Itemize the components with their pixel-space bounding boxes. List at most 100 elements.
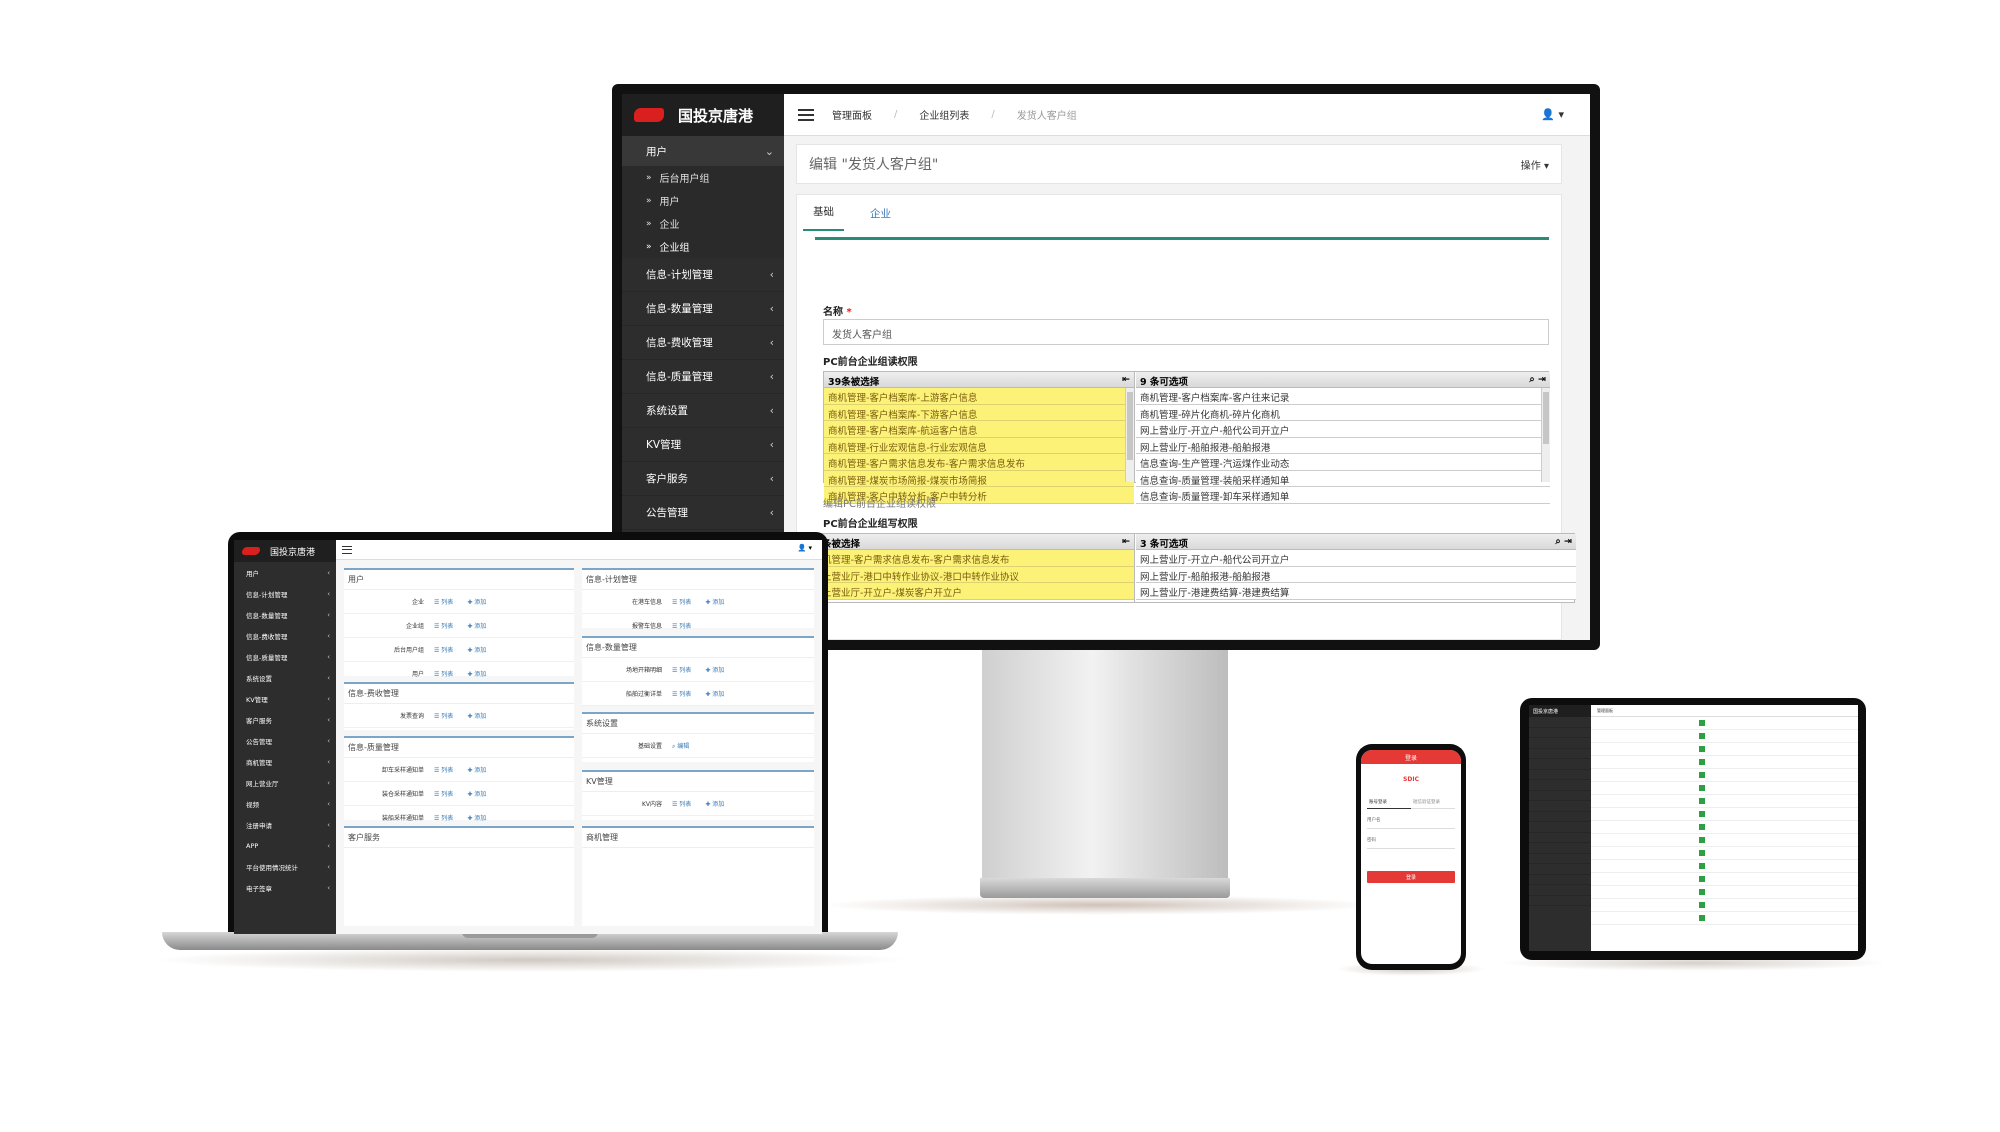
sidebar-item[interactable] (1529, 728, 1591, 738)
sidebar-item[interactable]: 信息-费收管理 ‹ (622, 326, 784, 360)
username-field[interactable]: 用户名 (1367, 817, 1455, 829)
list-link[interactable]: ☰ 列表 (434, 669, 453, 678)
table-row[interactable] (1591, 795, 1858, 808)
list-item[interactable]: 信息查询-生产管理-汽运煤作业动态 (1136, 454, 1550, 471)
list-link[interactable]: ☰ 列表 (434, 621, 453, 630)
sidebar-item[interactable]: 用户 ‹ (234, 562, 336, 583)
edit-link[interactable]: ⌕ 编辑 (672, 741, 689, 751)
add-link[interactable]: ✚ 添加 (705, 689, 724, 698)
sidebar-item[interactable]: 客户服务 ‹ (622, 462, 784, 496)
sidebar-sub-item-active[interactable]: » 企业组 (622, 235, 784, 258)
table-row[interactable] (1591, 912, 1858, 925)
search-add-all-icon[interactable]: ⌕ ⇥ (1555, 536, 1572, 547)
sidebar-item[interactable]: 注册申请 ‹ (234, 814, 336, 835)
sidebar-item[interactable] (1529, 885, 1591, 896)
monitor-logo[interactable]: 国投京唐港 (622, 94, 784, 136)
sidebar-item[interactable] (1529, 854, 1591, 864)
add-link[interactable]: ✚ 添加 (705, 597, 724, 606)
sidebar-group-user[interactable]: 用户 ⌄ (622, 136, 784, 166)
breadcrumb-item[interactable]: 管理面板 (832, 107, 872, 122)
sidebar-item[interactable]: 客户服务 ‹ (234, 709, 336, 730)
list-item[interactable]: 信息查询-质量管理-装船采样通知单 (1136, 470, 1550, 487)
list-item[interactable]: 商机管理-行业宏观信息-行业宏观信息 (824, 437, 1134, 454)
add-link[interactable]: ✚ 添加 (705, 665, 724, 674)
add-link[interactable]: ✚ 添加 (467, 765, 486, 774)
list-link[interactable]: ☰ 列表 (434, 711, 453, 720)
sidebar-item[interactable]: 信息-数量管理 ‹ (622, 292, 784, 326)
actions-dropdown[interactable]: 操作 ▾ (1521, 157, 1549, 172)
sidebar-item[interactable]: 信息-质量管理 ‹ (622, 360, 784, 394)
table-row[interactable] (1591, 847, 1858, 860)
sidebar-sub-item[interactable]: » 后台用户组 (622, 166, 784, 189)
table-row[interactable] (1591, 717, 1858, 730)
add-link[interactable]: ✚ 添加 (467, 813, 486, 822)
sidebar-item[interactable]: 信息-数量管理 ‹ (234, 604, 336, 625)
password-field[interactable]: 密码 (1367, 837, 1455, 849)
table-row[interactable] (1591, 782, 1858, 795)
add-link[interactable]: ✚ 添加 (705, 799, 724, 808)
list-item[interactable]: 网上营业厅-船舶报港-船舶报港 (1136, 566, 1576, 583)
sidebar-item[interactable] (1529, 801, 1591, 812)
table-row[interactable] (1591, 730, 1858, 743)
list-item[interactable]: 网上营业厅-船舶报港-船舶报港 (1136, 437, 1550, 454)
add-link[interactable]: ✚ 添加 (467, 621, 486, 630)
sidebar-item[interactable]: 系统设置 ‹ (622, 394, 784, 428)
sidebar-sub-item[interactable]: » 企业 (622, 212, 784, 235)
breadcrumb-item[interactable]: 企业组列表 (919, 107, 969, 122)
sidebar-item[interactable]: 视频 ‹ (234, 793, 336, 814)
sidebar-item[interactable]: 信息-计划管理 ‹ (622, 258, 784, 292)
sidebar-item[interactable] (1529, 896, 1591, 906)
sidebar-item[interactable] (1529, 843, 1591, 854)
sidebar-item[interactable]: 系统设置 ‹ (234, 667, 336, 688)
sidebar-item[interactable]: 网上营业厅 ‹ (234, 772, 336, 793)
list-item[interactable]: 网上营业厅-开立户-船代公司开立户 (1136, 421, 1550, 438)
list-item[interactable]: 商机管理-客户档案库-客户往来记录 (1136, 388, 1550, 405)
scrollbar[interactable] (1541, 388, 1550, 482)
list-link[interactable]: ☰ 列表 (672, 621, 691, 630)
login-button[interactable]: 登录 (1367, 871, 1455, 883)
list-link[interactable]: ☰ 列表 (672, 689, 691, 698)
table-row[interactable] (1591, 769, 1858, 782)
list-link[interactable]: ☰ 列表 (434, 813, 453, 822)
sidebar-item[interactable]: APP ‹ (234, 835, 336, 856)
list-link[interactable]: ☰ 列表 (434, 765, 453, 774)
sidebar-item[interactable]: 信息-质量管理 ‹ (234, 646, 336, 667)
tab-basic[interactable]: 基础 (803, 204, 844, 231)
table-row[interactable] (1591, 756, 1858, 769)
sidebar-item[interactable] (1529, 780, 1591, 791)
list-item[interactable]: 商机管理-客户档案库-航运客户信息 (824, 421, 1134, 438)
tab-account-login[interactable]: 账号登录 (1367, 796, 1411, 809)
add-link[interactable]: ✚ 添加 (467, 789, 486, 798)
list-link[interactable]: ☰ 列表 (672, 799, 691, 808)
scroll-thumb[interactable] (1127, 392, 1133, 460)
sidebar-item[interactable]: 平台使用情况统计 ‹ (234, 856, 336, 877)
table-row[interactable] (1591, 821, 1858, 834)
sidebar-item[interactable] (1529, 812, 1591, 822)
list-item[interactable]: 上营业厅-港口中转作业协议-港口中转作业协议 (818, 566, 1134, 583)
tab-sms-login[interactable]: 短信验证登录 (1411, 796, 1455, 809)
sidebar-item[interactable] (1529, 738, 1591, 749)
table-row[interactable] (1591, 860, 1858, 873)
sidebar-item[interactable] (1529, 759, 1591, 770)
remove-all-icon[interactable]: ⇤ (1122, 374, 1130, 385)
sidebar-item[interactable] (1529, 791, 1591, 801)
sidebar-sub-item[interactable]: » 用户 (622, 189, 784, 212)
sidebar-item[interactable]: 公告管理 ‹ (622, 496, 784, 530)
table-row[interactable] (1591, 873, 1858, 886)
remove-all-icon[interactable]: ⇤ (1122, 536, 1130, 547)
menu-icon[interactable] (342, 546, 352, 554)
table-row[interactable] (1591, 743, 1858, 756)
list-item[interactable]: 网上营业厅-开立户-船代公司开立户 (1136, 550, 1576, 567)
list-item[interactable]: 信息查询-质量管理-卸车采样通知单 (1136, 487, 1550, 504)
sidebar-item[interactable] (1529, 875, 1591, 885)
sidebar-item[interactable]: 电子签章 ‹ (234, 877, 336, 898)
table-row[interactable] (1591, 899, 1858, 912)
sidebar-item[interactable] (1529, 864, 1591, 875)
scroll-thumb[interactable] (1543, 392, 1549, 444)
sidebar-item[interactable]: 信息-费收管理 ‹ (234, 625, 336, 646)
list-link[interactable]: ☰ 列表 (434, 645, 453, 654)
name-input[interactable]: 发货人客户组 (823, 319, 1549, 345)
tab-company[interactable]: 企业 (860, 206, 901, 231)
list-item[interactable]: 上营业厅-开立户-煤炭客户开立户 (818, 583, 1134, 600)
sidebar-item[interactable] (1529, 833, 1591, 843)
